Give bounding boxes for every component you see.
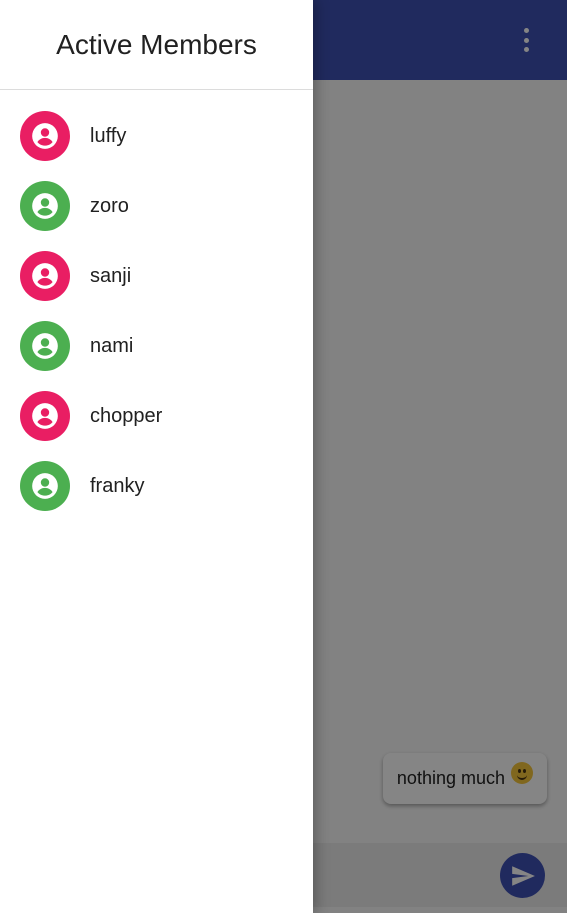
member-item-luffy[interactable]: luffy — [0, 101, 313, 171]
member-list: luffy zoro sanji nami chopper franky — [0, 101, 313, 521]
member-name: sanji — [90, 264, 132, 287]
member-name: chopper — [90, 404, 163, 427]
member-item-sanji[interactable]: sanji — [0, 241, 313, 311]
account-circle-icon — [32, 403, 58, 429]
avatar — [20, 181, 70, 231]
member-name: franky — [90, 474, 145, 497]
drawer-title: Active Members — [56, 28, 257, 60]
member-item-franky[interactable]: franky — [0, 451, 313, 521]
avatar — [20, 111, 70, 161]
member-name: zoro — [90, 194, 129, 217]
member-item-chopper[interactable]: chopper — [0, 381, 313, 451]
avatar — [20, 251, 70, 301]
account-circle-icon — [32, 473, 58, 499]
avatar — [20, 391, 70, 441]
avatar — [20, 461, 70, 511]
account-circle-icon — [32, 193, 58, 219]
account-circle-icon — [32, 333, 58, 359]
member-name: luffy — [90, 124, 127, 147]
account-circle-icon — [32, 263, 58, 289]
avatar — [20, 321, 70, 371]
member-item-nami[interactable]: nami — [0, 311, 313, 381]
member-item-zoro[interactable]: zoro — [0, 171, 313, 241]
members-drawer: Active Members luffy zoro sanji nami chopper… — [0, 0, 313, 913]
member-name: nami — [90, 334, 134, 357]
account-circle-icon — [32, 123, 58, 149]
drawer-header: Active Members — [0, 0, 313, 90]
chat-screen: nothing much Active Members luffy zoro san… — [0, 0, 567, 913]
